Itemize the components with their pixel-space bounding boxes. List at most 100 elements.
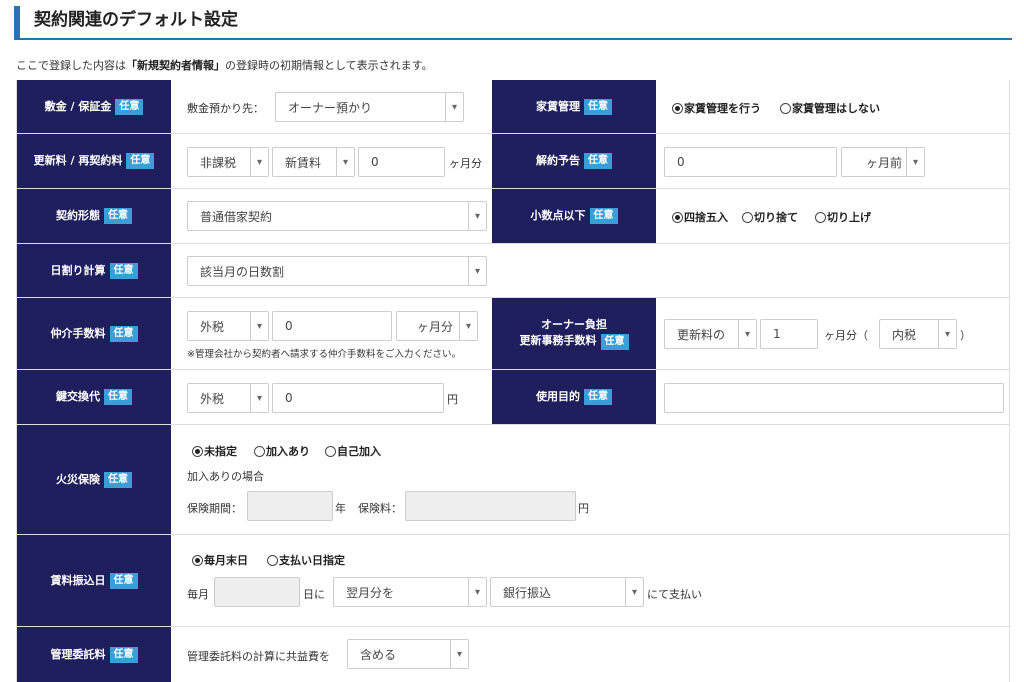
chevron-down-icon: ▾: [468, 202, 486, 230]
chevron-down-icon: ▾: [625, 578, 643, 606]
label-brokerage: 仲介手数料 任意: [17, 298, 171, 369]
chevron-down-icon: ▾: [738, 320, 756, 348]
brokerage-tax-select[interactable]: 外税 ▾: [187, 311, 269, 341]
chevron-down-icon: ▾: [336, 148, 354, 176]
radio-unchecked-icon: [780, 102, 791, 114]
chevron-down-icon: ▾: [468, 578, 486, 606]
radio-pay-day[interactable]: 支払い日指定: [267, 552, 345, 568]
brokerage-note: ※管理会社から契約者へ請求する仲介手数料をご入力ください。: [187, 349, 461, 360]
label-cancel: 解約予告 任意: [492, 134, 656, 188]
intro-text: ここで登録した内容は「新規契約者情報」の登録時の初期情報として表示されます。: [16, 57, 433, 73]
key-change-tax-select[interactable]: 外税 ▾: [187, 383, 269, 413]
purpose-input[interactable]: [664, 383, 1004, 413]
radio-insurance-yes[interactable]: 加入あり: [254, 443, 310, 459]
optional-badge: 任意: [109, 572, 138, 589]
owner-fee-unit: ヶ月分（: [824, 329, 868, 342]
insurance-fee-label: 保険料：: [358, 502, 402, 515]
rent-transfer-suffix: にて支払い: [647, 588, 702, 601]
label-insurance: 火災保険 任意: [17, 425, 171, 534]
key-change-amount-input[interactable]: 0: [272, 383, 444, 413]
optional-badge: 任意: [584, 98, 612, 115]
contract-type-select[interactable]: 普通借家契約 ▾: [187, 201, 487, 231]
mgmt-fee-select[interactable]: 含める ▾: [347, 639, 469, 669]
renewal-months-input[interactable]: 0: [358, 147, 445, 177]
row-brokerage: 仲介手数料 任意 外税 ▾ 0 ヶ月分 ▾ ※管理会社から契約者へ請求する仲介手数料を…: [17, 298, 1009, 370]
label-prorate: 日割り計算 任意: [17, 244, 171, 297]
radio-insurance-self[interactable]: 自己加入: [325, 443, 381, 459]
label-rent-transfer: 賃料振込日 任意: [17, 535, 171, 626]
owner-fee-basis-select[interactable]: 更新料の ▾: [664, 319, 757, 349]
row-prorate: 日割り計算 任意 該当月の日数割 ▾: [17, 244, 1009, 298]
deposit-holder-select[interactable]: オーナー預かり ▾: [275, 92, 464, 122]
chevron-down-icon: ▾: [445, 93, 463, 121]
pay-day-input[interactable]: [214, 577, 300, 607]
label-owner-fee: オーナー負担 更新事務手数料 任意: [492, 298, 656, 369]
row-contract-type: 契約形態 任意 普通借家契約 ▾ 小数点以下 任意 四捨五入 切り捨て 切り上げ: [17, 189, 1009, 244]
radio-checked-icon: [672, 211, 683, 223]
label-purpose: 使用目的 任意: [492, 370, 656, 424]
chevron-down-icon: ▾: [450, 640, 468, 668]
section-header: 契約関連のデフォルト設定: [14, 6, 1012, 40]
owner-fee-close: ）: [960, 329, 971, 342]
owner-fee-tax-select[interactable]: 内税 ▾: [879, 319, 957, 349]
intro-suffix: の登録時の初期情報として表示されます。: [225, 59, 433, 72]
optional-badge: 任意: [109, 646, 138, 663]
row-insurance: 火災保険 任意 未指定 加入あり 自己加入 加入ありの場合 保険期間： 年 保険料…: [17, 425, 1009, 535]
optional-badge: 任意: [126, 153, 155, 169]
row-mgmt-fee: 管理委託料 任意 管理委託料の計算に共益費を 含める ▾: [17, 627, 1009, 682]
renewal-basis-select[interactable]: 新賃料 ▾: [272, 147, 355, 177]
label-renewal: 更新料 / 再契約料 任意: [17, 134, 171, 188]
optional-badge: 任意: [109, 262, 138, 279]
row-rent-transfer: 賃料振込日 任意 毎月末日 支払い日指定 毎月 日に 翌月分を ▾ 銀行振込 ▾ にて…: [17, 535, 1009, 627]
radio-unchecked-icon: [254, 445, 265, 457]
chevron-down-icon: ▾: [250, 312, 268, 340]
row-key-change: 鍵交換代 任意 外税 ▾ 0 円 使用目的 任意: [17, 370, 1009, 425]
insurance-period-input[interactable]: [247, 491, 333, 521]
radio-unchecked-icon: [815, 211, 826, 223]
cancel-unit-select[interactable]: ヶ月前 ▾: [841, 147, 925, 177]
chevron-down-icon: ▾: [250, 148, 268, 176]
mgmt-fee-prefix: 管理委託料の計算に共益費を: [187, 650, 330, 663]
row-renewal: 更新料 / 再契約料 任意 非課税 ▾ 新賃料 ▾ 0 ヶ月分 解約予告 任意 0 ヶ月…: [17, 134, 1009, 189]
radio-unchecked-icon: [267, 554, 278, 566]
chevron-down-icon: ▾: [459, 312, 477, 340]
pay-month-select[interactable]: 翌月分を ▾: [333, 577, 487, 607]
insurance-fee-input[interactable]: [405, 491, 576, 521]
insurance-period-label: 保険期間：: [187, 502, 242, 515]
page-title: 契約関連のデフォルト設定: [34, 10, 238, 30]
settings-grid: 敷金 / 保証金 任意 敷金預かり先： オーナー預かり ▾ 家賃管理 任意 家賃管理を…: [16, 80, 1010, 682]
optional-badge: 任意: [589, 208, 618, 224]
deposit-prefix: 敷金預かり先：: [187, 102, 264, 115]
radio-floor[interactable]: 切り捨て: [742, 209, 798, 225]
radio-unchecked-icon: [742, 211, 753, 223]
label-contract-type: 契約形態 任意: [17, 189, 171, 243]
radio-ceil[interactable]: 切り上げ: [815, 209, 871, 225]
key-change-unit: 円: [447, 393, 458, 406]
label-key-change: 鍵交換代 任意: [17, 370, 171, 424]
chevron-down-icon: ▾: [938, 320, 956, 348]
renewal-tax-select[interactable]: 非課税 ▾: [187, 147, 269, 177]
owner-fee-months-input[interactable]: 1: [760, 319, 818, 349]
radio-month-end[interactable]: 毎月末日: [192, 552, 248, 568]
brokerage-months-input[interactable]: 0: [272, 311, 392, 341]
prorate-select[interactable]: 該当月の日数割 ▾: [187, 256, 487, 286]
optional-badge: 任意: [104, 208, 132, 224]
radio-checked-icon: [672, 102, 683, 114]
rent-transfer-prefix: 毎月: [187, 588, 209, 601]
radio-unchecked-icon: [325, 445, 336, 457]
intro-bold: 「新規契約者情報」: [126, 59, 225, 72]
optional-badge: 任意: [104, 471, 132, 488]
pay-day-unit: 日に: [303, 588, 325, 601]
brokerage-unit-select[interactable]: ヶ月分 ▾: [396, 311, 478, 341]
radio-rent-mgmt-yes[interactable]: 家賃管理を行う: [672, 100, 761, 116]
radio-rent-mgmt-no[interactable]: 家賃管理はしない: [780, 100, 880, 116]
radio-insurance-none[interactable]: 未指定: [192, 443, 237, 459]
cancel-notice-input[interactable]: 0: [664, 147, 837, 177]
label-deposit: 敷金 / 保証金 任意: [17, 80, 171, 133]
optional-badge: 任意: [600, 334, 629, 350]
radio-checked-icon: [192, 445, 203, 457]
radio-round[interactable]: 四捨五入: [672, 209, 728, 225]
renewal-unit: ヶ月分: [449, 157, 482, 170]
pay-method-select[interactable]: 銀行振込 ▾: [490, 577, 644, 607]
label-rent-mgmt: 家賃管理 任意: [492, 80, 656, 133]
